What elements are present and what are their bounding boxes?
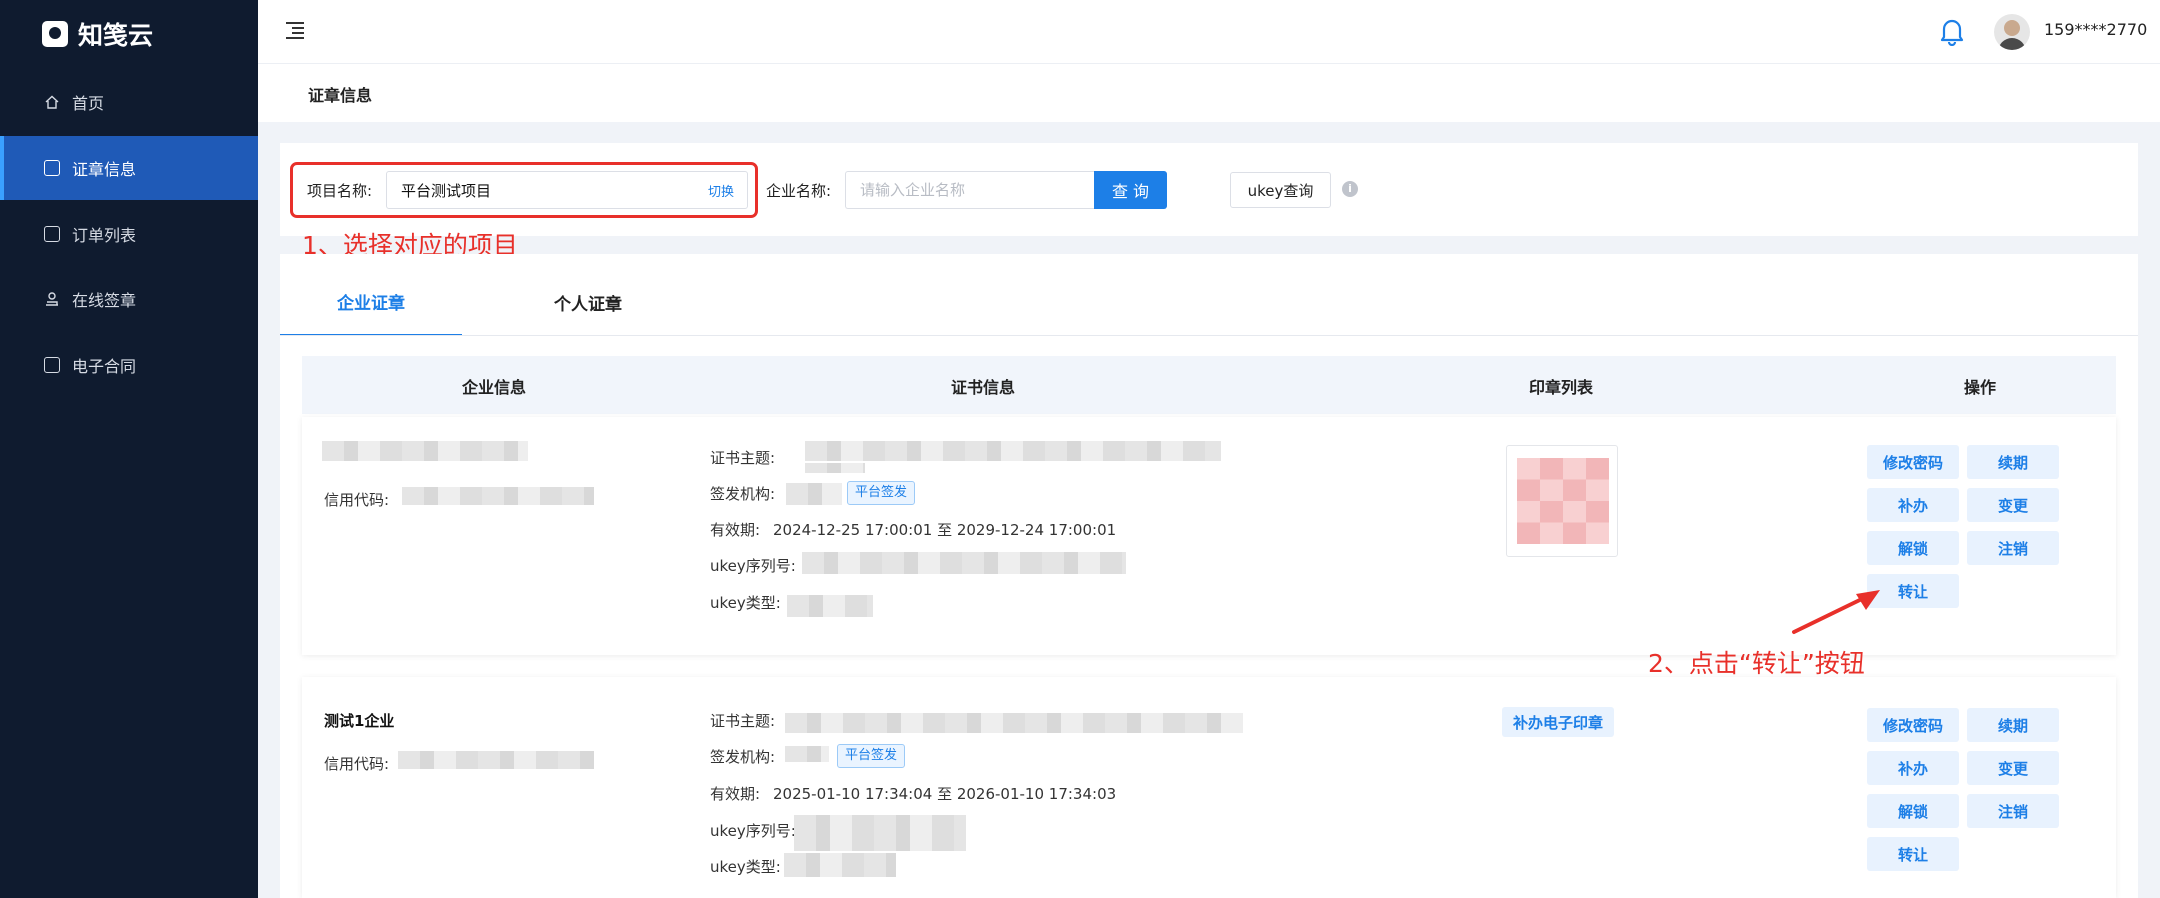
column-header-seals: 印章列表	[1528, 378, 1594, 397]
ukey-type-redacted	[784, 853, 896, 877]
ukey-serial-redacted	[802, 552, 1126, 574]
switch-project-link[interactable]: 切换	[708, 181, 734, 200]
project-label: 项目名称:	[307, 182, 373, 200]
subject-redacted	[805, 441, 1221, 461]
sidebar-item-certificates[interactable]: 证章信息	[0, 136, 258, 200]
cancel-certificate-button[interactable]: 注销	[1967, 794, 2059, 828]
breadcrumb-bar: 证章信息	[258, 64, 2160, 122]
seal-preview	[1517, 458, 1609, 544]
sidebar-item-label: 电子合同	[72, 357, 137, 376]
reissue-seal-button[interactable]: 补办电子印章	[1502, 707, 1615, 737]
home-icon	[45, 95, 59, 109]
top-bar: 159****2770	[258, 0, 2160, 64]
tab-divider	[280, 335, 2138, 336]
subject-redacted	[785, 713, 1243, 733]
issuer-badge: 平台签发	[847, 481, 916, 505]
sidebar-item-home[interactable]: 首页	[0, 70, 258, 134]
sidebar-item-label: 订单列表	[72, 226, 137, 245]
company-search-input[interactable]	[845, 171, 1095, 209]
reissue-button[interactable]: 补办	[1867, 751, 1959, 785]
issuer-label: 签发机构:	[710, 485, 776, 503]
username[interactable]: 159****2770	[2044, 20, 2147, 39]
issuer-redacted	[786, 483, 842, 505]
credit-code-label: 信用代码:	[324, 491, 390, 509]
seal-image[interactable]	[1506, 445, 1618, 557]
renew-button[interactable]: 续期	[1967, 708, 2059, 742]
annotation-arrow-icon	[1792, 590, 1880, 634]
transfer-button[interactable]: 转让	[1867, 837, 1959, 871]
renew-button[interactable]: 续期	[1967, 445, 2059, 479]
column-header-certificate: 证书信息	[950, 378, 1016, 397]
ukey-type-redacted	[787, 595, 873, 617]
info-icon[interactable]: i	[1342, 181, 1358, 197]
issuer-redacted	[785, 746, 829, 762]
change-password-button[interactable]: 修改密码	[1867, 708, 1959, 742]
column-header-company: 企业信息	[461, 378, 527, 397]
table-row: 测试1企业 信用代码: 证书主题: 签发机构: 平台签发 有效期: 2025-0…	[302, 677, 2116, 898]
unlock-button[interactable]: 解锁	[1867, 531, 1959, 565]
modify-button[interactable]: 变更	[1967, 751, 2059, 785]
order-list-icon	[44, 226, 60, 242]
sidebar-item-label: 在线签章	[72, 291, 137, 310]
validity-value: 2024-12-25 17:00:01 至 2029-12-24 17:00:0…	[773, 521, 1117, 539]
brand-logo[interactable]: 知笺云	[42, 14, 153, 54]
certificate-icon	[44, 160, 60, 176]
ukey-query-button[interactable]: ukey查询	[1230, 172, 1331, 208]
project-select[interactable]: 平台测试项目	[386, 171, 748, 209]
sidebar-item-orders[interactable]: 订单列表	[0, 202, 258, 266]
subject-label: 证书主题:	[710, 712, 776, 730]
sidebar: 知笺云 首页 证章信息 订单列表 在线签章 电子合同	[0, 0, 258, 898]
unlock-button[interactable]: 解锁	[1867, 794, 1959, 828]
ukey-serial-label: ukey序列号:	[710, 822, 796, 840]
issuer-badge: 平台签发	[837, 744, 906, 768]
company-name: 测试1企业	[324, 712, 395, 730]
tab-personal-seals[interactable]: 个人证章	[497, 268, 679, 336]
reissue-button[interactable]: 补办	[1867, 488, 1959, 522]
sidebar-item-label: 证章信息	[72, 160, 137, 179]
avatar[interactable]	[1994, 14, 2030, 50]
notification-bell-icon[interactable]	[1938, 16, 1966, 46]
brand-name: 知笺云	[78, 21, 154, 50]
validity-value: 2025-01-10 17:34:04 至 2026-01-10 17:34:0…	[773, 785, 1117, 803]
page-title: 证章信息	[308, 86, 373, 105]
issuer-label: 签发机构:	[710, 748, 776, 766]
sidebar-item-label: 首页	[72, 94, 105, 113]
cancel-certificate-button[interactable]: 注销	[1967, 531, 2059, 565]
validity-label: 有效期:	[710, 785, 761, 803]
credit-code-redacted	[402, 487, 594, 505]
company-label: 企业名称:	[766, 182, 832, 200]
credit-code-label: 信用代码:	[324, 755, 390, 773]
logo-icon	[42, 21, 68, 47]
modify-button[interactable]: 变更	[1967, 488, 2059, 522]
ukey-serial-redacted	[794, 815, 966, 851]
ukey-type-label: ukey类型:	[710, 594, 781, 612]
query-button[interactable]: 查 询	[1094, 171, 1167, 209]
annotation-step2: 2、点击“转让”按钮	[1648, 649, 1865, 678]
stamp-icon	[46, 292, 58, 306]
company-name-redacted	[322, 441, 528, 461]
project-value: 平台测试项目	[401, 181, 492, 200]
table-header: 企业信息 证书信息 印章列表 操作	[302, 356, 2116, 414]
ukey-serial-label: ukey序列号:	[710, 557, 796, 575]
credit-code-redacted	[398, 751, 594, 769]
contract-icon	[44, 357, 60, 373]
validity-label: 有效期:	[710, 521, 761, 539]
change-password-button[interactable]: 修改密码	[1867, 445, 1959, 479]
sidebar-item-online-sign[interactable]: 在线签章	[0, 267, 258, 331]
subject-label: 证书主题:	[710, 449, 776, 467]
ukey-type-label: ukey类型:	[710, 858, 781, 876]
column-header-actions: 操作	[1963, 378, 1997, 397]
sidebar-item-contracts[interactable]: 电子合同	[0, 333, 258, 397]
tab-enterprise-seals[interactable]: 企业证章	[280, 268, 462, 336]
menu-fold-icon[interactable]	[286, 22, 304, 39]
